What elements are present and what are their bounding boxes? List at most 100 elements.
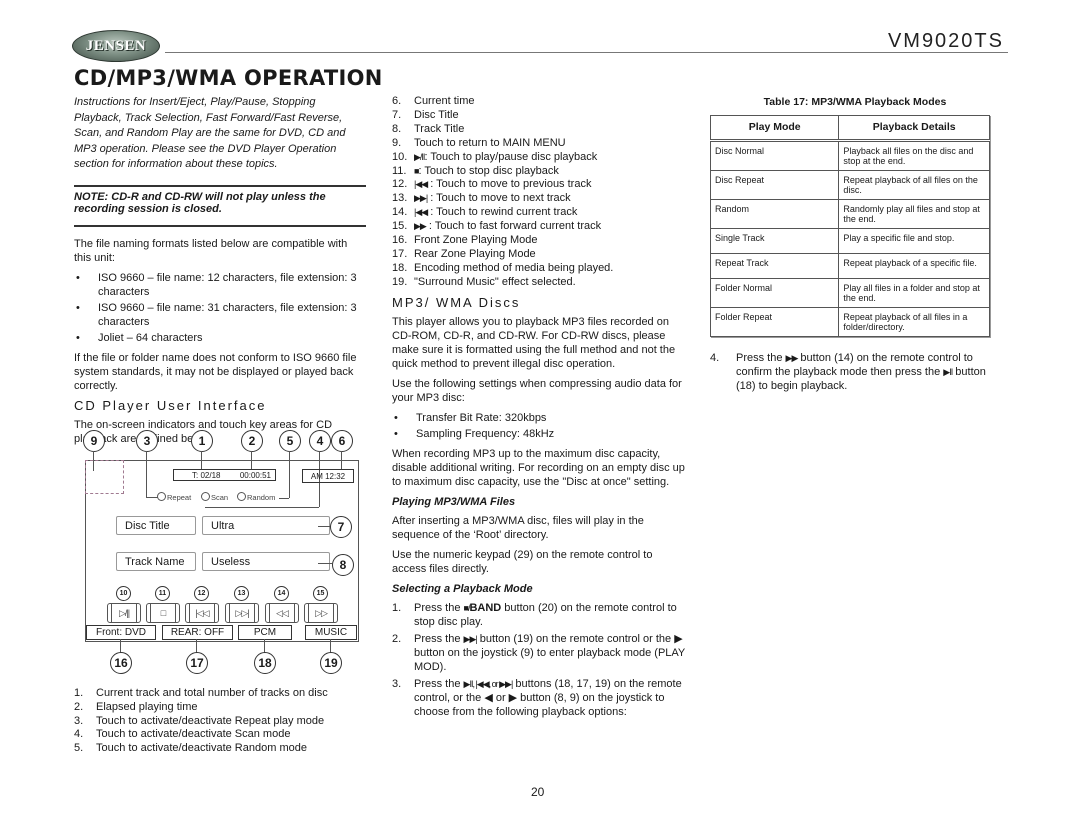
table-row: Random Randomly play all files and stop a… <box>709 199 990 229</box>
item-text: Touch to return to MAIN MENU <box>414 136 566 149</box>
callout-14: 14 <box>274 586 289 601</box>
callout-8: 8 <box>332 554 354 576</box>
next-icon: ▶▶| <box>414 193 428 204</box>
band-label: BAND <box>469 601 502 614</box>
rewind-icon: ◁◁ <box>276 607 289 618</box>
logo-text: JENSEN <box>85 37 147 54</box>
callout-15: 15 <box>313 586 328 601</box>
table-row: Folder Repeat Repeat playback of all file… <box>709 307 990 337</box>
item-number: 12. <box>392 178 408 191</box>
radio-icon <box>157 492 166 501</box>
playing-heading: Playing MP3/WMA Files <box>392 495 516 508</box>
callout-18: 18 <box>254 652 276 674</box>
item-number: 8. <box>392 122 402 135</box>
callout-9: 9 <box>83 430 105 452</box>
item-number: 14. <box>392 206 408 219</box>
previous-track-button[interactable]: |◁◁ <box>185 603 219 623</box>
leader-line <box>146 451 147 497</box>
item-text: : Touch to rewind current track <box>427 206 578 219</box>
capacity-text: When recording MP3 up to the maximum dis… <box>392 447 685 488</box>
item-number: 6. <box>392 95 402 107</box>
playback-details-cell: Repeat playback of a specific file. <box>838 253 990 279</box>
step-item: 1. Press the ■/BAND button (20) on the re… <box>392 601 688 629</box>
repeat-toggle[interactable]: Repeat <box>157 492 191 502</box>
item-number: 9. <box>392 136 402 149</box>
main-menu-touch-area[interactable] <box>85 460 124 494</box>
list-item: Transfer Bit Rate: 320kbps <box>392 411 688 425</box>
fast-forward-button[interactable]: ▷▷ <box>304 603 338 623</box>
item-number: 4. <box>74 728 84 741</box>
list-item: ISO 9660 – file name: 31 characters, fil… <box>74 301 366 329</box>
list-item: 13. ▶▶| : Touch to move to next track <box>392 192 688 206</box>
disc-title-label: Disc Title <box>116 516 196 535</box>
list-item: 5. Touch to activate/deactivate Random mo… <box>74 742 366 756</box>
table-caption: Table 17: MP3/WMA Playback Modes <box>763 96 947 108</box>
list-item: 10. ▶/II: Touch to play/pause disc playba… <box>392 151 688 165</box>
step-number: 1. <box>392 601 402 614</box>
callout-3: 3 <box>136 430 158 452</box>
step-item: 3. Press the ▶II, |◀◀, or ▶▶| buttons (18… <box>392 677 688 719</box>
list-item: 16. Front Zone Playing Mode <box>392 234 688 248</box>
item-text: Disc Title <box>414 108 459 121</box>
rewind-button[interactable]: ◁◁ <box>265 603 299 623</box>
play-pause-button[interactable]: ▷/|| <box>107 603 141 623</box>
left-column: Instructions for Insert/Eject, Play/Paus… <box>74 95 366 452</box>
radio-icon <box>237 492 246 501</box>
next-track-button[interactable]: ▷▷| <box>225 603 259 623</box>
select-heading: Selecting a Playback Mode <box>392 582 533 595</box>
list-item: 8. Track Title <box>392 123 688 137</box>
disc-title-value: Ultra <box>202 516 330 535</box>
previous-icon: |◀◀ <box>414 179 428 190</box>
scan-toggle[interactable]: Scan <box>201 492 228 502</box>
item-text: : Touch to move to previous track <box>427 178 592 191</box>
leader-line <box>120 639 121 653</box>
track-name-label: Track Name <box>116 552 196 571</box>
step-text: Press the <box>414 601 464 614</box>
callout-1: 1 <box>191 430 213 452</box>
item-text: Touch to activate/deactivate Random mode <box>96 742 307 755</box>
play-mode-cell: Disc Normal <box>709 140 840 171</box>
list-item: 12. |◀◀ : Touch to move to previous track <box>392 178 688 192</box>
item-number: 10. <box>392 150 408 163</box>
middle-column: 6. Current time 7. Disc Title 8. Track Titl… <box>392 95 688 722</box>
step-text: Press the <box>414 632 464 645</box>
callout-2: 2 <box>241 430 263 452</box>
naming-formats-list: ISO 9660 – file name: 12 characters, fil… <box>74 271 366 345</box>
playback-details-cell: Playback all files on the disc and stop … <box>838 140 990 171</box>
playback-modes-table: Play Mode Playback Details Disc Normal Pl… <box>709 115 990 337</box>
list-item: ISO 9660 – file name: 12 characters, fil… <box>74 271 366 299</box>
item-text: "Surround Music" effect selected. <box>414 275 576 288</box>
rewind-icon: |◀◀ <box>414 207 428 218</box>
naming-warning: If the file or folder name does not conf… <box>74 351 357 392</box>
previous-icon: |◁◁ <box>195 607 209 618</box>
random-toggle[interactable]: Random <box>237 492 275 502</box>
stop-button[interactable]: □ <box>146 603 180 623</box>
list-item: 14. |◀◀ : Touch to rewind current track <box>392 206 688 220</box>
item-number: 5. <box>74 742 84 755</box>
item-number: 15. <box>392 220 408 233</box>
clock-display: AM 12:32 <box>302 469 354 483</box>
page-number: 20 <box>531 785 545 799</box>
table-row: Folder Normal Play all files in a folder … <box>709 278 990 308</box>
intro-paragraph: Instructions for Insert/Eject, Play/Paus… <box>74 96 346 170</box>
callout-19: 19 <box>320 652 342 674</box>
note-box: NOTE: CD-R and CD-RW will not play unles… <box>74 184 366 227</box>
item-number: 16. <box>392 234 408 247</box>
list-item: 3. Touch to activate/deactivate Repeat pl… <box>74 715 366 729</box>
step-number: 2. <box>392 632 402 645</box>
list-item: Sampling Frequency: 48kHz <box>392 427 688 441</box>
rear-zone-status: REAR: OFF <box>162 625 233 640</box>
header-rule <box>165 52 1008 53</box>
item-number: 1. <box>74 687 84 699</box>
play-pause-icon: ▶II <box>943 367 953 377</box>
callout-11: 11 <box>155 586 170 601</box>
list-item: 11. ■: Touch to stop disc playback <box>392 165 688 179</box>
ui-heading: CD Player User Interface <box>74 397 267 413</box>
track-counter: T: 02/18 <box>192 470 221 480</box>
right-column: Table 17: MP3/WMA Playback Modes Play Mo… <box>709 95 1000 393</box>
leader-line <box>196 639 197 653</box>
list-item: Joliet – 64 characters <box>74 331 366 345</box>
callout-5: 5 <box>279 430 301 452</box>
item-text: Front Zone Playing Mode <box>414 234 538 247</box>
legend-list-1-5: 1. Current track and total number of trac… <box>74 687 366 756</box>
